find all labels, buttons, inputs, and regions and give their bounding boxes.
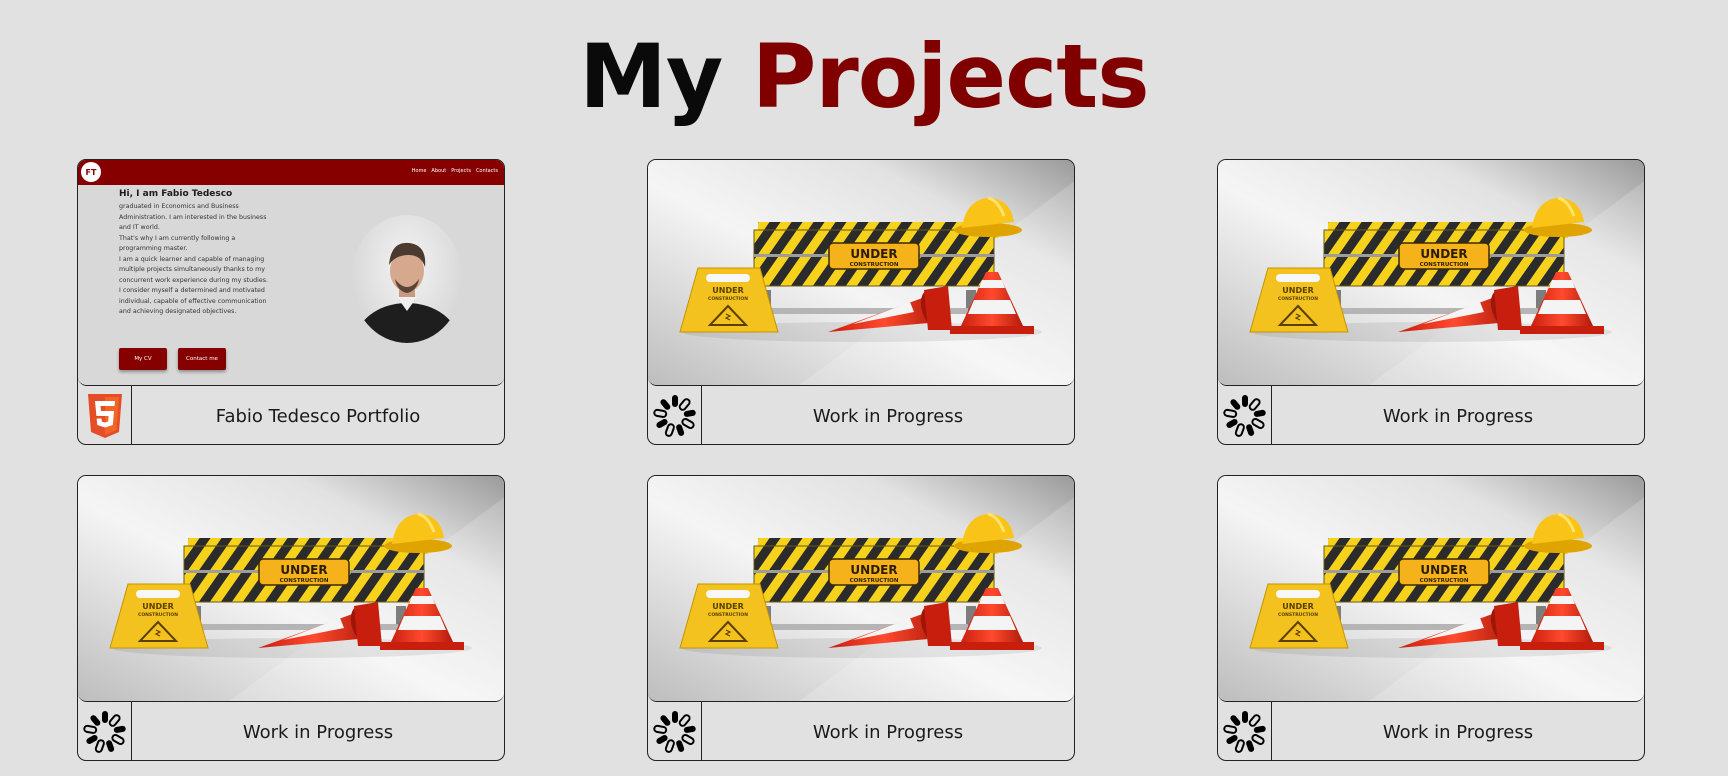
portfolio-preview: FT Home About Projects Contacts Hi, I am…	[78, 160, 504, 385]
project-card-wip[interactable]: UNDER CONSTRUCTION UNDER CONSTRUCTION Wo…	[647, 475, 1075, 761]
spinner-icon	[78, 702, 132, 760]
project-card-wip[interactable]: UNDER CONSTRUCTION UNDER CONSTRUCTION Wo…	[647, 159, 1075, 445]
preview-cv-button: My CV	[119, 348, 167, 370]
preview-contact-button: Contact me	[178, 348, 226, 370]
preview-bio-line: I am a quick learner and capable of mana…	[119, 255, 265, 263]
preview-bio-line: and achieving designated objectives.	[119, 308, 237, 315]
svg-text:CONSTRUCTION: CONSTRUCTION	[708, 612, 748, 618]
preview-bio-line: concurrent work experience during my stu…	[119, 276, 268, 284]
svg-text:CONSTRUCTION: CONSTRUCTION	[850, 262, 899, 268]
svg-text:UNDER: UNDER	[142, 602, 173, 611]
project-title: Work in Progress	[1382, 721, 1534, 743]
preview-bio-line: individual, capable of effective communi…	[119, 297, 267, 305]
preview-bio: graduated in Economics and Business Admi…	[119, 202, 268, 318]
under-construction-image: UNDER CONSTRUCTION UNDER CONSTRUCTION	[648, 160, 1074, 386]
svg-text:UNDER: UNDER	[1282, 602, 1313, 611]
spinner-icon	[648, 702, 702, 760]
project-title: Work in Progress	[812, 721, 964, 743]
svg-text:CONSTRUCTION: CONSTRUCTION	[1278, 612, 1318, 618]
project-card-footer: Work in Progress	[78, 702, 504, 760]
preview-nav-link: Home	[411, 168, 427, 174]
svg-text:UNDER: UNDER	[1420, 563, 1467, 577]
svg-text:UNDER: UNDER	[1420, 247, 1467, 261]
project-card-wip[interactable]: UNDER CONSTRUCTION UNDER CONSTRUCTION Wo…	[1217, 475, 1645, 761]
svg-text:UNDER: UNDER	[712, 286, 743, 295]
under-construction-image: UNDER CONSTRUCTION UNDER CONSTRUCTION	[648, 476, 1074, 702]
preview-nav-links: Home About Projects Contacts	[412, 168, 498, 174]
page-title: My Projects	[0, 22, 1728, 132]
preview-logo: FT	[81, 162, 101, 182]
project-thumbnail: FT Home About Projects Contacts Hi, I am…	[78, 160, 504, 386]
under-construction-image: UNDER CONSTRUCTION UNDER CONSTRUCTION	[1218, 476, 1644, 702]
project-card-footer: Work in Progress	[1218, 702, 1644, 760]
svg-text:UNDER: UNDER	[280, 563, 327, 577]
svg-text:CONSTRUCTION: CONSTRUCTION	[1420, 578, 1469, 584]
project-card-wip[interactable]: UNDER CONSTRUCTION UNDER CONSTRUCTION Wo…	[77, 475, 505, 761]
html5-icon	[78, 386, 132, 444]
project-card-footer: Work in Progress	[1218, 386, 1644, 444]
svg-text:CONSTRUCTION: CONSTRUCTION	[1278, 296, 1318, 302]
project-title: Work in Progress	[812, 405, 964, 427]
project-title: Fabio Tedesco Portfolio	[215, 405, 421, 427]
project-card-portfolio[interactable]: FT Home About Projects Contacts Hi, I am…	[77, 159, 505, 445]
svg-text:UNDER: UNDER	[712, 602, 743, 611]
project-card-wip[interactable]: UNDER CONSTRUCTION UNDER CONSTRUCTION Wo…	[1217, 159, 1645, 445]
preview-nav-link: About	[431, 168, 447, 174]
preview-nav-link: Contacts	[475, 168, 498, 174]
preview-greeting: Hi, I am Fabio Tedesco	[119, 189, 233, 199]
preview-bio-line: I consider myself a determined and motiv…	[119, 287, 265, 294]
preview-bio-line: programming master.	[119, 245, 188, 252]
under-construction-image: UNDER CONSTRUCTION UNDER CONSTRUCTION	[78, 476, 504, 702]
svg-text:UNDER: UNDER	[850, 563, 897, 577]
project-card-footer: Work in Progress	[648, 702, 1074, 760]
preview-bio-line: That's why I am currently following a	[119, 234, 236, 242]
project-title: Work in Progress	[1382, 405, 1534, 427]
svg-text:CONSTRUCTION: CONSTRUCTION	[1420, 262, 1469, 268]
profile-photo	[351, 215, 463, 343]
page-title-part2: Projects	[751, 25, 1150, 128]
svg-text:CONSTRUCTION: CONSTRUCTION	[850, 578, 899, 584]
svg-text:CONSTRUCTION: CONSTRUCTION	[708, 296, 748, 302]
project-card-footer: Fabio Tedesco Portfolio	[78, 386, 504, 444]
svg-text:UNDER: UNDER	[850, 247, 897, 261]
project-card-footer: Work in Progress	[648, 386, 1074, 444]
preview-navbar: FT Home About Projects Contacts	[78, 160, 504, 185]
project-title: Work in Progress	[242, 721, 394, 743]
preview-bio-line: multiple projects simultaneously thanks …	[119, 266, 265, 273]
preview-bio-line: Administration. I am interested in the b…	[119, 213, 267, 221]
spinner-icon	[1218, 386, 1272, 444]
preview-bio-line: graduated in Economics and Business	[119, 203, 239, 210]
preview-bio-line: and IT world.	[119, 224, 160, 231]
svg-text:CONSTRUCTION: CONSTRUCTION	[138, 612, 178, 618]
page-title-part1: My	[579, 25, 723, 128]
preview-nav-link: Projects	[451, 168, 471, 174]
svg-text:CONSTRUCTION: CONSTRUCTION	[280, 578, 329, 584]
spinner-icon	[648, 386, 702, 444]
svg-text:UNDER: UNDER	[1282, 286, 1313, 295]
spinner-icon	[1218, 702, 1272, 760]
under-construction-image: UNDER CONSTRUCTION UNDER CONSTRUCTION	[1218, 160, 1644, 386]
